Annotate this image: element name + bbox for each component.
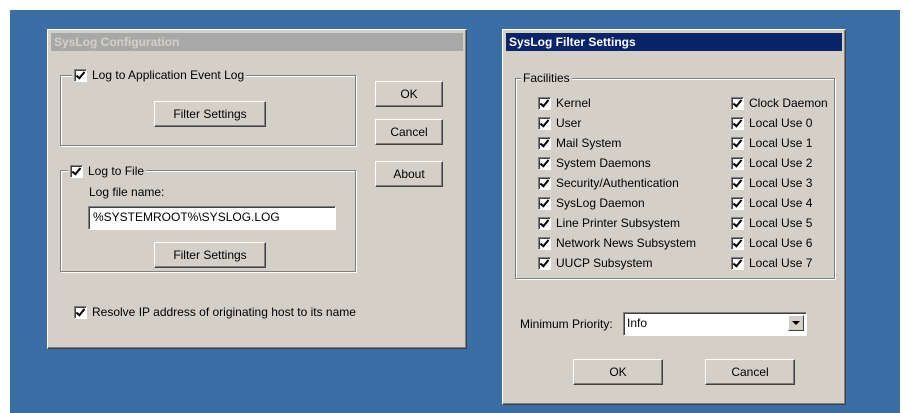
checked-checkbox-icon: [74, 68, 87, 82]
minimum-priority-select[interactable]: Info: [623, 312, 807, 336]
facility-label: SysLog Daemon: [556, 196, 645, 210]
checked-checkbox-icon: [731, 176, 744, 190]
checked-checkbox-icon: [731, 156, 744, 170]
facility-checkbox[interactable]: Local Use 6: [731, 236, 812, 250]
facility-label: Security/Authentication: [556, 176, 679, 190]
about-button[interactable]: About: [375, 161, 443, 187]
facility-label: Local Use 2: [749, 156, 813, 170]
facility-checkbox[interactable]: Local Use 2: [731, 156, 812, 170]
checked-checkbox-icon: [538, 256, 551, 270]
facility-label: UUCP Subsystem: [556, 256, 653, 270]
facility-checkbox[interactable]: System Daemons: [538, 156, 651, 170]
facility-checkbox[interactable]: Local Use 1: [731, 136, 812, 150]
checked-checkbox-icon: [538, 136, 551, 150]
dialog-title: SysLog Filter Settings: [506, 33, 842, 51]
cancel-button[interactable]: Cancel: [375, 119, 443, 145]
checked-checkbox-icon: [538, 116, 551, 130]
checked-checkbox-icon: [731, 236, 744, 250]
facility-checkbox[interactable]: User: [538, 116, 581, 130]
resolve-ip-checkbox[interactable]: Resolve IP address of originating host t…: [74, 305, 356, 319]
ok-button[interactable]: OK: [375, 81, 443, 107]
facility-label: Local Use 4: [749, 196, 813, 210]
resolve-ip-label: Resolve IP address of originating host t…: [92, 305, 356, 319]
checked-checkbox-icon: [731, 216, 744, 230]
ok-button[interactable]: OK: [573, 359, 663, 385]
checked-checkbox-icon: [731, 116, 744, 130]
facility-checkbox[interactable]: Clock Daemon: [731, 96, 828, 110]
log-to-file-checkbox[interactable]: Log to File: [68, 163, 147, 179]
facility-label: Local Use 6: [749, 236, 813, 250]
minimum-priority-label: Minimum Priority:: [520, 317, 613, 331]
facility-checkbox[interactable]: SysLog Daemon: [538, 196, 645, 210]
facility-label: Local Use 0: [749, 116, 813, 130]
facility-checkbox[interactable]: Kernel: [538, 96, 591, 110]
facility-label: Mail System: [556, 136, 622, 150]
checked-checkbox-icon: [731, 96, 744, 110]
syslog-filter-settings-dialog: SysLog Filter Settings Facilities Minimu…: [502, 29, 846, 405]
facility-checkbox[interactable]: Local Use 0: [731, 116, 812, 130]
facility-checkbox[interactable]: Network News Subsystem: [538, 236, 696, 250]
facilities-label: Facilities: [521, 70, 572, 86]
facility-label: Local Use 1: [749, 136, 813, 150]
minimum-priority-value: Info: [627, 316, 648, 330]
facility-checkbox[interactable]: Local Use 4: [731, 196, 812, 210]
facility-label: System Daemons: [556, 156, 651, 170]
log-file-name-label: Log file name:: [89, 185, 165, 199]
chevron-down-icon[interactable]: [788, 315, 804, 331]
facility-label: Line Printer Subsystem: [556, 216, 681, 230]
facility-label: Network News Subsystem: [556, 236, 697, 250]
checked-checkbox-icon: [538, 156, 551, 170]
facility-checkbox[interactable]: Local Use 7: [731, 256, 812, 270]
event-log-checkbox[interactable]: Log to Application Event Log: [72, 67, 247, 83]
facility-checkbox[interactable]: Line Printer Subsystem: [538, 216, 680, 230]
checked-checkbox-icon: [731, 136, 744, 150]
facility-checkbox[interactable]: Local Use 5: [731, 216, 812, 230]
checked-checkbox-icon: [538, 216, 551, 230]
checked-checkbox-icon: [731, 256, 744, 270]
facility-label: Local Use 5: [749, 216, 813, 230]
dialog-title: SysLog Configuration: [51, 33, 463, 51]
checked-checkbox-icon: [538, 236, 551, 250]
facility-checkbox[interactable]: Security/Authentication: [538, 176, 679, 190]
facility-label: Clock Daemon: [749, 96, 828, 110]
log-file-name-input[interactable]: %SYSTEMROOT%\SYSLOG.LOG: [88, 206, 336, 230]
event-log-label: Log to Application Event Log: [92, 68, 245, 82]
checked-checkbox-icon: [70, 164, 83, 178]
facility-label: Local Use 3: [749, 176, 813, 190]
checked-checkbox-icon: [538, 176, 551, 190]
facility-label: User: [556, 116, 582, 130]
checked-checkbox-icon: [731, 196, 744, 210]
facility-label: Local Use 7: [749, 256, 813, 270]
checked-checkbox-icon: [538, 96, 551, 110]
checked-checkbox-icon: [74, 305, 87, 319]
log-to-file-label: Log to File: [88, 164, 145, 178]
syslog-configuration-dialog: SysLog Configuration Log to Application …: [47, 29, 467, 349]
facility-checkbox[interactable]: UUCP Subsystem: [538, 256, 652, 270]
facility-label: Kernel: [556, 96, 591, 110]
checked-checkbox-icon: [538, 196, 551, 210]
filter-settings-button[interactable]: Filter Settings: [154, 101, 266, 127]
filter-settings-button-2[interactable]: Filter Settings: [154, 242, 266, 268]
facility-checkbox[interactable]: Mail System: [538, 136, 621, 150]
cancel-button[interactable]: Cancel: [705, 359, 795, 385]
facility-checkbox[interactable]: Local Use 3: [731, 176, 812, 190]
